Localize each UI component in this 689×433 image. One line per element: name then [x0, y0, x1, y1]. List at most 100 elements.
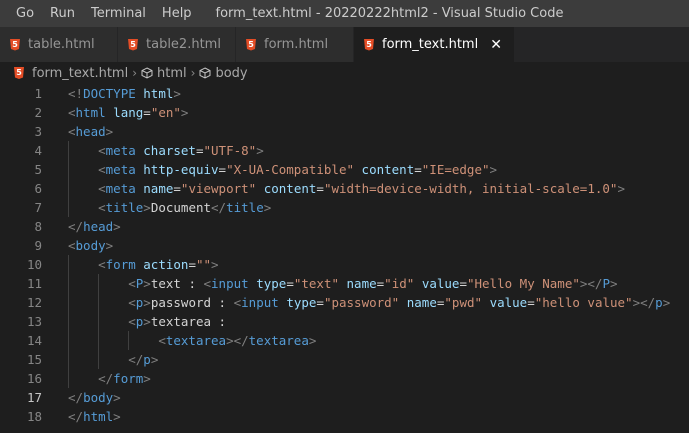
code-token: >: [113, 390, 121, 405]
code-token: </: [68, 219, 84, 234]
line-number: 8: [34, 219, 42, 234]
html5-file-icon: 5: [364, 38, 374, 51]
code-text: <form action="">: [42, 255, 219, 274]
code-line[interactable]: 8 </head>: [0, 217, 689, 236]
code-token: </: [211, 200, 227, 215]
indent-guide: [68, 312, 69, 331]
cube-symbol-icon: [141, 67, 153, 79]
code-line[interactable]: 9 <body>: [0, 236, 689, 255]
code-token: value: [489, 295, 528, 310]
code-token: >: [143, 314, 151, 329]
code-token: html: [75, 105, 106, 120]
code-token: name: [346, 276, 377, 291]
code-line[interactable]: 4 <meta charset="UTF-8">: [0, 141, 689, 160]
code-line[interactable]: 5 <meta http-equiv="X-UA-Compatible" con…: [0, 160, 689, 179]
code-token: </: [587, 276, 603, 291]
code-token: meta: [105, 181, 136, 196]
code-token: </: [640, 295, 656, 310]
code-token: content: [361, 162, 415, 177]
tab-table-html[interactable]: 5 table.html: [0, 27, 118, 62]
code-token: =: [173, 181, 181, 196]
code-token: >: [150, 352, 159, 367]
code-token: p: [655, 295, 663, 310]
code-line[interactable]: 17 </body>: [0, 388, 689, 407]
code-line[interactable]: 12 <p>password : <input type="password" …: [0, 293, 689, 312]
indent-guide: [68, 369, 69, 388]
tab-bar: 5 table.html 5 table2.html 5 form.html 5…: [0, 27, 689, 62]
code-editor[interactable]: 1 <!DOCTYPE html> 2 <html lang="en"> 3 <head>…: [0, 84, 689, 426]
code-line[interactable]: 6 <meta name="viewport" content="width=d…: [0, 179, 689, 198]
code-line[interactable]: 11 <P>text : <input type="text" name="id…: [0, 274, 689, 293]
code-token: head: [75, 124, 106, 139]
code-token: >: [617, 181, 625, 196]
breadcrumb-body[interactable]: body: [199, 66, 248, 81]
code-token: body: [75, 238, 106, 253]
code-token: >: [113, 219, 121, 234]
code-token: "IE=edge": [421, 162, 490, 177]
code-token: <: [203, 276, 212, 291]
menu-go[interactable]: Go: [8, 0, 42, 27]
code-line[interactable]: 7 <title>Document</title>: [0, 198, 689, 217]
tab-form-html[interactable]: 5 form.html: [236, 27, 354, 62]
tab-label: form_text.html: [382, 37, 479, 52]
line-number: 15: [26, 352, 42, 367]
code-token: textarea: [165, 333, 227, 348]
code-line[interactable]: 18 </html>: [0, 407, 689, 426]
indent-guide: [68, 198, 69, 217]
code-token: title: [105, 200, 144, 215]
code-token: <: [158, 333, 166, 348]
code-line[interactable]: 14 <textarea></textarea>: [0, 331, 689, 350]
code-line[interactable]: 1 <!DOCTYPE html>: [0, 84, 689, 103]
line-number: 6: [34, 181, 42, 196]
tab-table2-html[interactable]: 5 table2.html: [118, 27, 236, 62]
code-token: =: [527, 295, 535, 310]
menu-run[interactable]: Run: [42, 0, 83, 27]
code-text: <p>password : <input type="password" nam…: [42, 293, 670, 312]
code-line[interactable]: 16 </form>: [0, 369, 689, 388]
code-text: <meta charset="UTF-8">: [42, 141, 264, 160]
line-number: 17: [26, 390, 42, 405]
code-token: >: [263, 200, 272, 215]
code-token: "en": [150, 105, 181, 120]
code-text: </p>: [42, 350, 158, 369]
code-token: =: [286, 276, 294, 291]
menu-terminal[interactable]: Terminal: [83, 0, 154, 27]
code-token: =: [143, 105, 151, 120]
code-line[interactable]: 3 <head>: [0, 122, 689, 141]
code-token: "text": [293, 276, 339, 291]
code-token: >: [632, 295, 641, 310]
code-text: <textarea></textarea>: [42, 331, 316, 350]
code-line[interactable]: 10 <form action="">: [0, 255, 689, 274]
code-token: <: [128, 314, 136, 329]
code-token: "hello value": [534, 295, 633, 310]
code-text: <p>textarea :: [42, 312, 226, 331]
code-token: "id": [384, 276, 415, 291]
code-token: <: [128, 295, 136, 310]
code-token: charset: [143, 143, 196, 158]
code-token: <!: [68, 86, 84, 101]
code-token: http-equiv: [143, 162, 219, 177]
menu-bar: Go Run Terminal Help: [0, 0, 200, 27]
code-token: >: [308, 333, 317, 348]
code-token: html: [143, 86, 174, 101]
code-token: "width=device-width, initial-scale=1.0": [323, 181, 618, 196]
title-bar: Go Run Terminal Help form_text.html - 20…: [0, 0, 689, 27]
line-number: 9: [34, 238, 42, 253]
breadcrumb-html-label: html: [157, 65, 187, 81]
code-line[interactable]: 15 </p>: [0, 350, 689, 369]
tab-form-text-html[interactable]: 5 form_text.html ✕: [354, 27, 515, 62]
code-token: password :: [150, 295, 234, 310]
indent-guide: [98, 274, 100, 293]
indent-guide: [68, 141, 69, 160]
breadcrumb-file[interactable]: 5 form_text.html: [14, 66, 128, 81]
code-text: <meta name="viewport" content="width=dev…: [42, 179, 625, 198]
close-icon[interactable]: ✕: [490, 37, 502, 53]
tab-label: table2.html: [146, 37, 221, 52]
tab-label: table.html: [28, 37, 95, 52]
code-line[interactable]: 2 <html lang="en">: [0, 103, 689, 122]
code-line[interactable]: 13 <p>textarea :: [0, 312, 689, 331]
breadcrumb-html[interactable]: html: [141, 66, 187, 81]
menu-help[interactable]: Help: [154, 0, 200, 27]
